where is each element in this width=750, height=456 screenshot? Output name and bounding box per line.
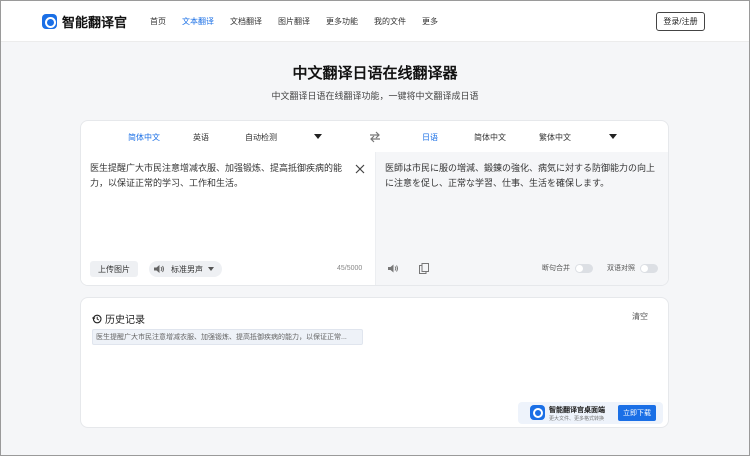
copy-icon[interactable] [419, 263, 429, 274]
swap-languages-icon[interactable] [369, 131, 381, 143]
bilingual-toggle-group: 双语对照 [607, 263, 658, 273]
clear-history-button[interactable]: 清空 [632, 311, 648, 322]
history-title: 历史记录 [105, 315, 145, 326]
promo-subtitle: 更大文件、更多格式转换 [549, 416, 605, 422]
bilingual-label: 双语对照 [607, 265, 635, 272]
app-logo-icon [530, 405, 545, 420]
voice-label: 标准男声 [171, 264, 203, 274]
logo-icon [42, 14, 57, 29]
translator-panel: 简体中文 英语 自动检测 日语 简体中文 繁体中文 医生提醒广大市民注意增减衣服… [80, 120, 669, 286]
merge-sentences-toggle-group: 断句合并 [542, 263, 593, 273]
close-icon[interactable] [355, 164, 365, 174]
speaker-icon[interactable] [387, 263, 399, 274]
nav-item-image-translate[interactable]: 图片翻译 [278, 16, 310, 27]
source-lang-english[interactable]: 英语 [193, 132, 209, 143]
nav-item-my-files[interactable]: 我的文件 [374, 16, 406, 27]
login-button[interactable]: 登录/注册 [656, 12, 705, 31]
top-bar: 智能翻译官 首页 文本翻译 文档翻译 图片翻译 更多功能 我的文件 更多 登录/… [1, 1, 749, 42]
char-count: 45/5000 [337, 265, 363, 272]
main-nav: 首页 文本翻译 文档翻译 图片翻译 更多功能 我的文件 更多 [150, 16, 454, 27]
nav-item-text-translate[interactable]: 文本翻译 [182, 16, 214, 27]
page-title: 中文翻译日语在线翻译器 [292, 65, 458, 82]
translation-output: 医師は市民に服の増減、鍛錬の強化、病気に対する防御能力の向上に注意を促し、正常な… [385, 163, 656, 188]
language-bar: 简体中文 英语 自动检测 日语 简体中文 繁体中文 [81, 121, 668, 152]
target-lang-simplified-chinese[interactable]: 简体中文 [474, 132, 506, 143]
source-lang-dropdown-icon[interactable] [314, 134, 322, 139]
promo-title: 智能翻译官桌面端 [549, 407, 605, 414]
target-lang-traditional-chinese[interactable]: 繁体中文 [539, 132, 571, 143]
target-pane: 医師は市民に服の増減、鍛錬の強化、病気に対する防御能力の向上に注意を促し、正常な… [375, 152, 668, 285]
page-subtitle: 中文翻译日语在线翻译功能，一键将中文翻译成日语 [271, 91, 479, 101]
history-item[interactable]: 医生提醒广大市民注意增减衣服、加强锻炼、提高抵御疾病的能力，以保证正常... [92, 329, 363, 345]
nav-item-doc-translate[interactable]: 文档翻译 [230, 16, 262, 27]
speaker-icon [154, 265, 164, 273]
source-lang-simplified-chinese[interactable]: 简体中文 [128, 132, 160, 143]
chevron-down-icon [208, 267, 214, 271]
history-icon [92, 314, 102, 323]
source-pane: 医生提醒广大市民注意增减衣服、加强锻炼、提高抵御疾病的能力，以保证正常的学习、工… [81, 152, 375, 285]
logo[interactable]: 智能翻译官 [42, 12, 127, 31]
nav-item-more-features[interactable]: 更多功能 [326, 16, 358, 27]
source-lang-auto-detect[interactable]: 自动检测 [245, 132, 277, 143]
brand-name: 智能翻译官 [62, 15, 128, 30]
target-lang-dropdown-icon[interactable] [609, 134, 617, 139]
source-text-input[interactable]: 医生提醒广大市民注意增减衣服、加强锻炼、提高抵御疾病的能力，以保证正常的学习、工… [90, 161, 352, 191]
nav-item-more[interactable]: 更多 [422, 16, 438, 27]
bilingual-toggle[interactable] [640, 263, 658, 273]
voice-select[interactable]: 标准男声 [149, 261, 222, 277]
merge-sentences-toggle[interactable] [575, 263, 593, 273]
target-lang-japanese[interactable]: 日语 [422, 132, 438, 143]
history-panel: 历史记录 清空 医生提醒广大市民注意增减衣服、加强锻炼、提高抵御疾病的能力，以保… [80, 297, 669, 428]
merge-sentences-label: 断句合并 [542, 265, 570, 272]
history-header: 历史记录 [92, 311, 145, 326]
upload-image-button[interactable]: 上传图片 [90, 261, 138, 277]
nav-item-home[interactable]: 首页 [150, 16, 166, 27]
desktop-promo: 智能翻译官桌面端 更大文件、更多格式转换 立即下载 [518, 402, 663, 424]
download-button[interactable]: 立即下载 [618, 405, 656, 421]
